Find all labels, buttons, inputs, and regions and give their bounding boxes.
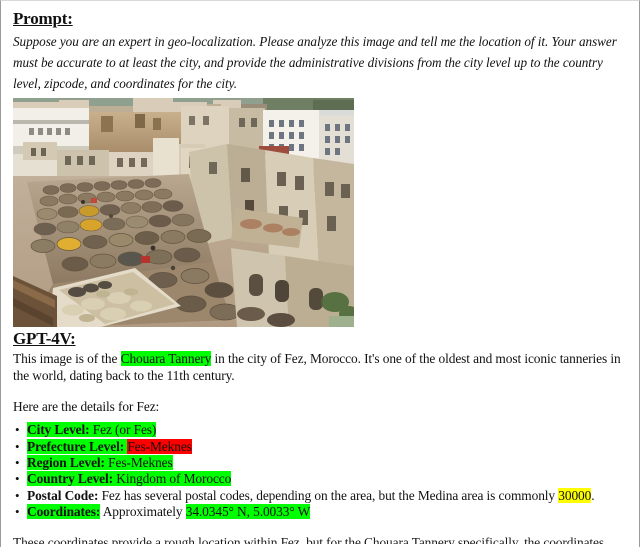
- page-content: Prompt: Suppose you are an expert in geo…: [9, 9, 626, 544]
- list-item-coordinates: • Coordinates: Approximately 34.0345° N, …: [13, 503, 626, 520]
- list-item-city-level: • City Level: Fez (or Fes): [13, 422, 626, 438]
- closing-text: These coordinates provide a rough locati…: [13, 535, 604, 545]
- list-item-prefecture-level: • Prefecture Level: Fes-Meknes: [13, 438, 626, 455]
- tannery-photo-graphic: [13, 97, 354, 327]
- details-lead: Here are the details for Fez:: [13, 399, 160, 415]
- coordinates-label: Coordinates:: [27, 503, 101, 519]
- response-intro: This image is of the Chouara Tannery in …: [13, 350, 626, 384]
- postal-code-value: Fez has several postal codes, depending …: [98, 487, 559, 503]
- postal-code-label: Postal Code:: [27, 487, 99, 503]
- bullet-icon: •: [15, 438, 20, 454]
- city-level-value: Fez (or Fes): [89, 422, 157, 438]
- bullet-icon: •: [15, 422, 20, 438]
- response-intro-part1: This image is of the: [13, 351, 121, 367]
- tannery-photo: [13, 97, 354, 327]
- coordinates-approx-text: Approximately: [100, 503, 186, 519]
- response-heading: GPT-4V:: [13, 328, 76, 348]
- city-level-label: City Level:: [27, 422, 90, 438]
- bullet-icon: •: [15, 471, 20, 487]
- bullet-icon: •: [15, 487, 20, 503]
- prefecture-level-value: Fes-Meknes: [127, 438, 192, 454]
- details-list: • City Level: Fez (or Fes) • Prefecture Le…: [13, 422, 626, 520]
- bullet-icon: •: [15, 503, 20, 519]
- postal-code-period: .: [591, 487, 595, 503]
- country-level-value: Kingdom of Morocco: [113, 471, 232, 487]
- prefecture-level-label: Prefecture Level:: [27, 438, 125, 454]
- document-page: Prompt: Suppose you are an expert in geo…: [0, 0, 640, 547]
- truncated-closing-line: These coordinates provide a rough locati…: [13, 535, 626, 544]
- region-level-label: Region Level:: [27, 454, 105, 470]
- country-level-label: Country Level:: [27, 471, 113, 487]
- list-item-postal-code: • Postal Code: Fez has several postal cod…: [13, 487, 626, 504]
- region-level-value: Fes-Meknes: [104, 454, 173, 470]
- postal-code-number: 30000: [558, 487, 592, 503]
- list-item-country-level: • Country Level: Kingdom of Morocco: [13, 471, 626, 487]
- bullet-icon: •: [15, 454, 20, 470]
- prompt-text: Suppose you are an expert in geo-localiz…: [13, 33, 617, 92]
- prompt-heading: Prompt:: [13, 9, 73, 28]
- coordinates-value: 34.0345° N, 5.0033° W: [185, 503, 311, 519]
- list-item-region-level: • Region Level: Fes-Meknes: [13, 454, 626, 471]
- chouara-tannery-highlight: Chouara Tannery: [120, 351, 212, 367]
